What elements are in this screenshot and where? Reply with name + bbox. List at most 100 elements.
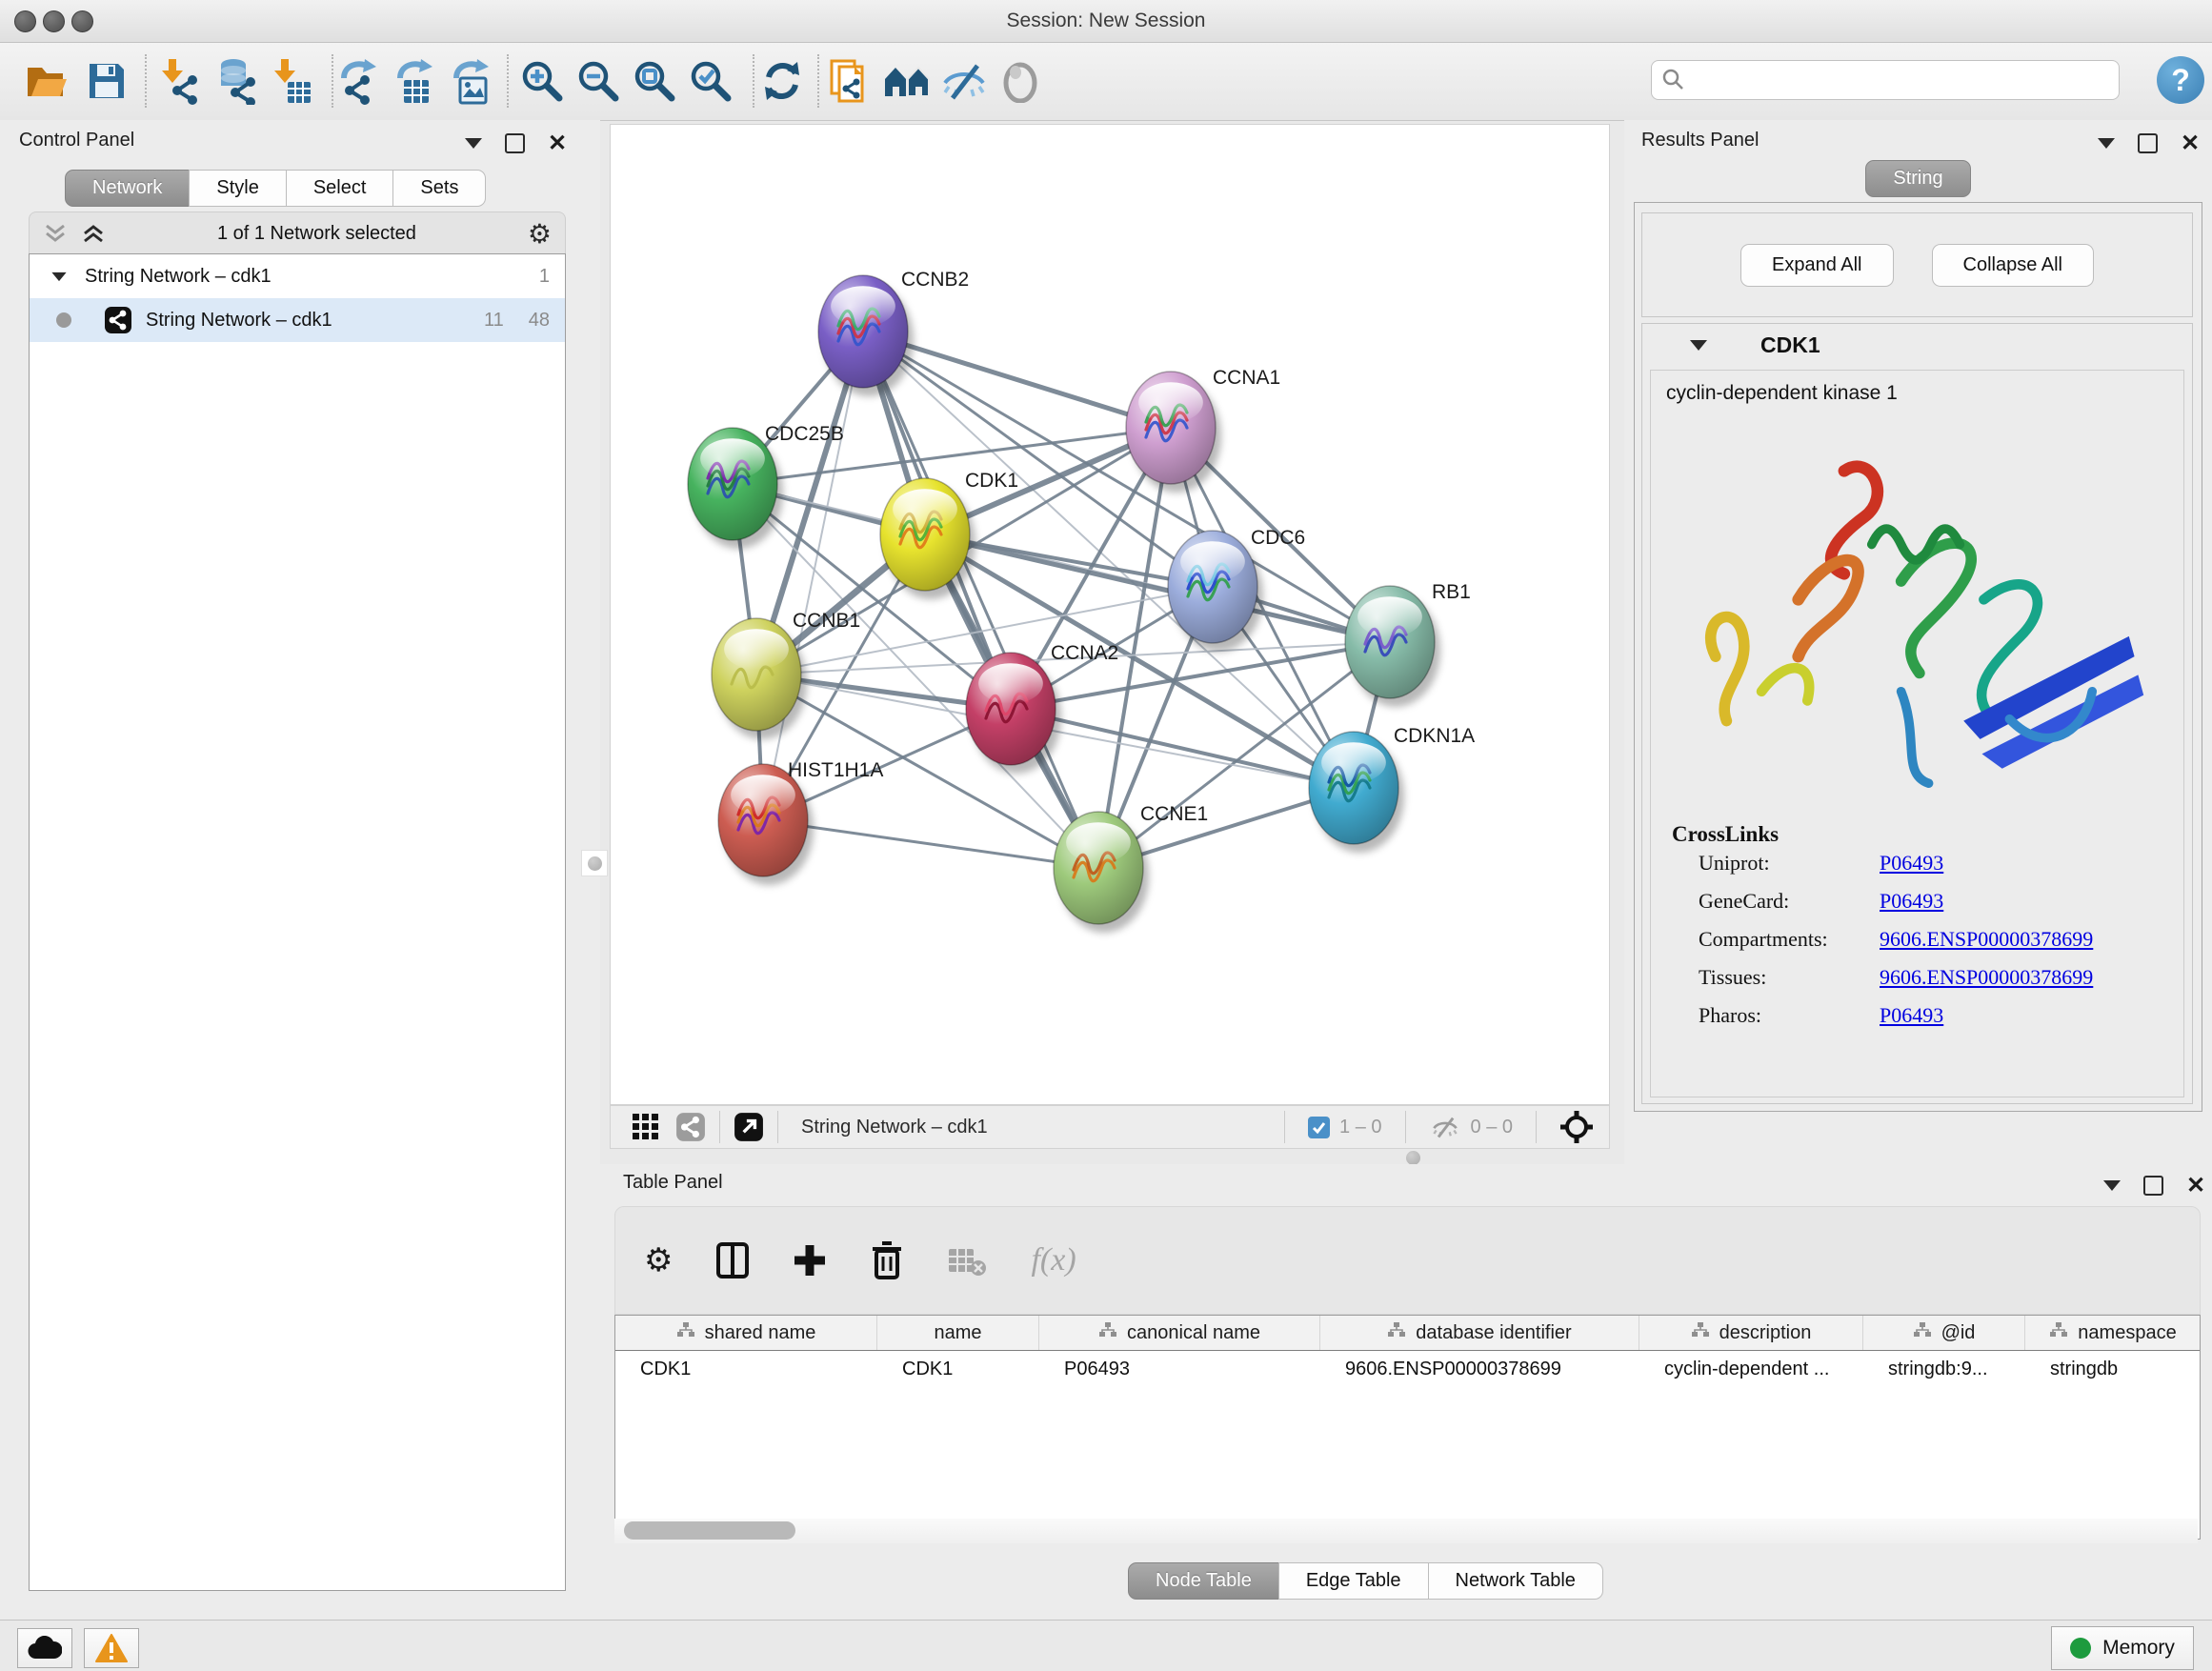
float-panel-icon[interactable] [2138,133,2158,153]
panel-menu-icon[interactable] [2098,138,2115,149]
close-panel-icon[interactable]: ✕ [2186,1178,2205,1194]
scrollbar-thumb[interactable] [624,1521,795,1540]
network-node-ccnb1[interactable] [712,618,801,731]
network-share-gray-icon[interactable] [675,1112,706,1142]
column-header-database-identifier[interactable]: database identifier [1320,1316,1639,1350]
cloud-button[interactable] [17,1628,72,1668]
delete-column-icon[interactable] [871,1241,903,1279]
network-node-ccne1[interactable] [1054,812,1143,924]
network-graph[interactable]: CCNB2CCNA1CDC25BCDK1CDC6RB1CCNB1CCNA2CDK… [611,125,1609,1104]
import-table-button[interactable] [268,56,317,106]
open-session-button[interactable] [21,56,70,106]
crosslink-link[interactable]: 9606.ENSP00000378699 [1880,927,2093,952]
column-header-name[interactable]: name [877,1316,1039,1350]
table-cell[interactable]: CDK1 [877,1351,1039,1387]
gene-section-header[interactable]: CDK1 [1642,324,2192,366]
show-columns-icon[interactable] [716,1242,749,1278]
network-node-cdkn1a[interactable] [1309,732,1398,844]
network-node-cdk1[interactable] [880,478,970,591]
network-node-cdc6[interactable] [1168,531,1257,643]
home-button[interactable] [883,56,933,106]
network-node-cdc25b[interactable] [688,428,777,540]
column-header--id[interactable]: @id [1863,1316,2025,1350]
apply-layout-button[interactable] [757,56,807,106]
tab-node-table[interactable]: Node Table [1128,1562,1279,1600]
zoom-fit-button[interactable] [630,56,679,106]
collapse-all-icon[interactable] [43,223,68,244]
bottom-splitter-handle[interactable] [1406,1151,1420,1165]
tab-select[interactable]: Select [286,170,394,207]
hide-unhide-button[interactable] [939,56,989,106]
network-node-ccna1[interactable] [1126,372,1216,484]
column-header-namespace[interactable]: namespace [2025,1316,2201,1350]
table-cell[interactable]: 9606.ENSP00000378699 [1320,1351,1639,1387]
table-gear-icon[interactable]: ⚙ [644,1241,673,1279]
section-collapse-icon[interactable] [1690,340,1707,351]
close-panel-icon[interactable]: ✕ [548,135,567,151]
collection-count: 1 [539,266,550,288]
column-header-description[interactable]: description [1639,1316,1863,1350]
search-input[interactable] [1686,69,2119,91]
tab-sets[interactable]: Sets [392,170,486,207]
table-cell[interactable]: stringdb:9... [1863,1351,2025,1387]
node-table[interactable]: shared namenamecanonical namedatabase id… [614,1315,2201,1540]
table-row[interactable]: CDK1CDK1P064939606.ENSP00000378699cyclin… [615,1351,2200,1387]
tab-edge-table[interactable]: Edge Table [1278,1562,1429,1600]
export-image-button[interactable] [448,56,497,106]
table-cell[interactable]: cyclin-dependent ... [1639,1351,1863,1387]
network-from-file-button[interactable] [827,56,876,106]
panel-menu-icon[interactable] [465,138,482,149]
zoom-out-button[interactable] [573,56,623,106]
network-node-ccna2[interactable] [966,653,1056,765]
save-session-button[interactable] [82,56,131,106]
tab-network-table[interactable]: Network Table [1428,1562,1603,1600]
tree-collapse-icon[interactable] [51,272,66,280]
search-field[interactable] [1651,60,2120,100]
tab-string[interactable]: String [1865,160,1970,197]
table-cell[interactable]: P06493 [1039,1351,1320,1387]
crosslink-link[interactable]: P06493 [1880,889,1943,914]
add-column-icon[interactable] [793,1243,827,1278]
warnings-button[interactable] [84,1628,139,1668]
import-network-button[interactable] [155,56,205,106]
network-edge[interactable] [925,534,1390,642]
gear-icon[interactable]: ⚙ [528,218,552,250]
tab-style[interactable]: Style [189,170,286,207]
tab-network[interactable]: Network [65,170,190,207]
network-canvas[interactable]: CCNB2CCNA1CDC25BCDK1CDC6RB1CCNB1CCNA2CDK… [610,124,1610,1105]
left-splitter-handle[interactable] [581,850,608,876]
crosslink-link[interactable]: P06493 [1880,1003,1943,1028]
network-node-rb1[interactable] [1345,586,1435,698]
selected-checkbox-icon[interactable] [1308,1117,1330,1138]
grid-view-icon[interactable] [632,1113,660,1141]
network-row[interactable]: String Network – cdk1 11 48 [30,298,565,342]
import-network-from-database-button[interactable] [211,56,261,106]
collapse-all-button[interactable]: Collapse All [1932,244,2095,287]
table-horizontal-scrollbar[interactable] [614,1519,2198,1543]
export-network-button[interactable] [335,56,385,106]
close-panel-icon[interactable]: ✕ [2181,135,2200,151]
export-table-button[interactable] [392,56,441,106]
float-panel-icon[interactable] [2143,1176,2163,1196]
network-collection-row[interactable]: String Network – cdk1 1 [30,254,565,298]
zoom-selected-button[interactable] [686,56,735,106]
show-graphics-button[interactable] [995,56,1045,106]
expand-all-button[interactable]: Expand All [1740,244,1894,287]
network-node-ccnb2[interactable] [818,275,908,388]
table-cell[interactable]: stringdb [2025,1351,2201,1387]
column-header-shared-name[interactable]: shared name [615,1316,877,1350]
network-edge[interactable] [1011,709,1354,788]
birds-eye-view-icon[interactable] [1559,1110,1594,1144]
panel-menu-icon[interactable] [2103,1180,2121,1191]
network-edge[interactable] [863,332,1098,868]
expand-all-icon[interactable] [81,223,106,244]
float-panel-icon[interactable] [505,133,525,153]
table-cell[interactable]: CDK1 [615,1351,877,1387]
crosslink-link[interactable]: P06493 [1880,851,1943,876]
crosslink-link[interactable]: 9606.ENSP00000378699 [1880,965,2093,990]
memory-button[interactable]: Memory [2051,1626,2194,1670]
zoom-in-button[interactable] [517,56,567,106]
detach-view-icon[interactable] [734,1112,764,1142]
column-header-canonical-name[interactable]: canonical name [1039,1316,1320,1350]
help-button[interactable]: ? [2157,56,2204,104]
